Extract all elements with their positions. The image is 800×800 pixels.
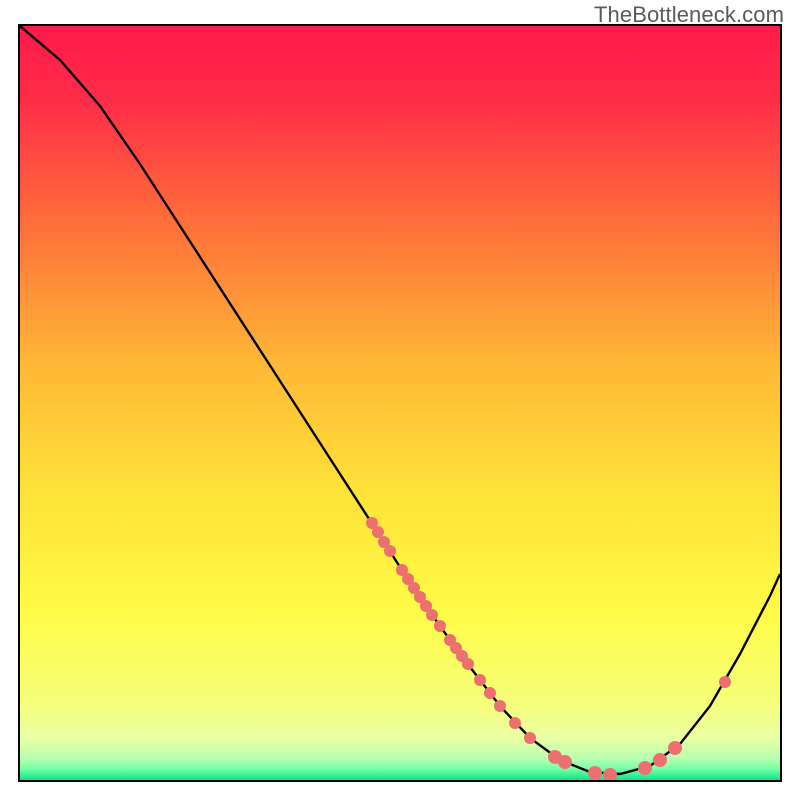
background-gradient: [20, 26, 780, 780]
plot-area: [18, 24, 782, 782]
data-point: [668, 741, 682, 755]
data-point: [384, 545, 396, 557]
data-point: [372, 526, 384, 538]
data-point: [474, 674, 486, 686]
data-point: [484, 687, 496, 699]
data-point: [719, 676, 731, 688]
plot-svg: [20, 26, 780, 780]
bottleneck-chart: TheBottleneck.com: [0, 0, 800, 800]
data-point: [494, 700, 506, 712]
data-point: [558, 755, 572, 769]
data-point: [524, 732, 536, 744]
data-point: [434, 620, 446, 632]
data-point: [638, 761, 652, 775]
data-point: [588, 766, 602, 780]
data-point: [509, 717, 521, 729]
data-point: [653, 753, 667, 767]
data-point: [426, 609, 438, 621]
data-point: [462, 658, 474, 670]
